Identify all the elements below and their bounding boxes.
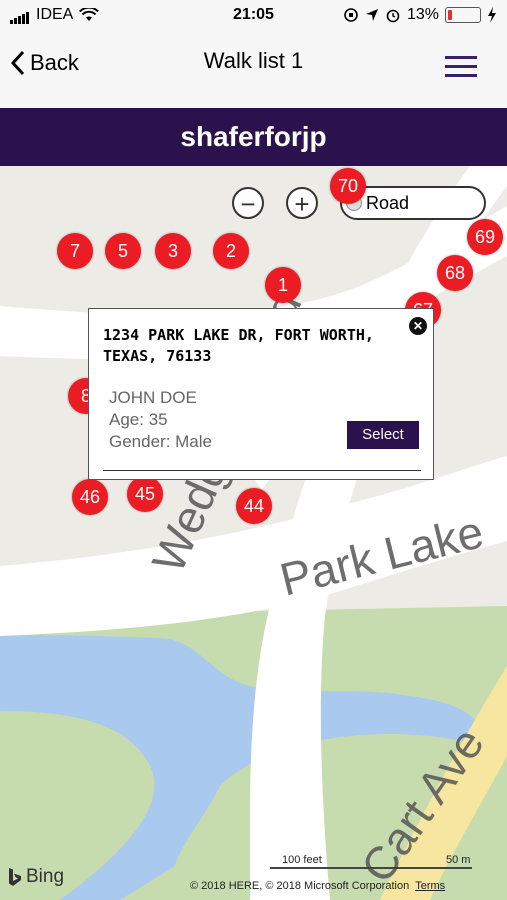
scale-feet: 100 feet (282, 854, 322, 866)
bing-logo: Bing (8, 866, 64, 888)
map[interactable]: Park Lake Wedgwood Rd Cart Ave − + Road … (0, 166, 507, 900)
plus-icon: + (294, 189, 310, 219)
map-pin[interactable]: 45 (127, 476, 163, 512)
minus-icon: − (240, 189, 256, 219)
zoom-in-button[interactable]: + (286, 187, 318, 219)
map-base: Park Lake Wedgwood Rd Cart Ave (0, 166, 507, 900)
voter-name: JOHN DOE (109, 388, 197, 407)
bing-icon (9, 868, 21, 886)
copyright-text: © 2018 HERE, © 2018 Microsoft Corporatio… (190, 880, 410, 892)
map-type-label: Road (366, 193, 410, 213)
app-header: shaferforjp (0, 108, 507, 166)
charging-icon (488, 7, 496, 23)
map-pin[interactable]: 44 (236, 488, 272, 524)
battery-percent: 13% (406, 6, 439, 23)
page-title: Walk list 1 (203, 48, 304, 73)
map-pin[interactable]: 46 (72, 479, 108, 515)
scale-meters: 50 m (446, 854, 471, 866)
map-pin[interactable]: 68 (437, 255, 473, 291)
map-pin[interactable]: 70 (330, 168, 366, 204)
map-pin[interactable]: 2 (213, 233, 249, 269)
voter-info: JOHN DOE Age: 35 Gender: Male (109, 387, 212, 453)
map-pin[interactable]: 1 (265, 267, 301, 303)
popup-tail (254, 479, 270, 489)
popup-address: 1234 PARK LAKE DR, FORT WORTH, TEXAS, 76… (103, 326, 374, 365)
bing-label: Bing (26, 866, 65, 887)
map-pin[interactable]: 5 (105, 233, 141, 269)
status-right: 13% (343, 6, 497, 24)
location-arrow-icon (365, 9, 378, 21)
menu-icon[interactable] (445, 56, 477, 83)
alarm-icon (386, 9, 400, 23)
voter-gender: Gender: Male (109, 432, 212, 451)
map-pin[interactable]: 69 (467, 219, 503, 255)
popup-divider (103, 470, 421, 471)
select-button[interactable]: Select (347, 421, 419, 449)
nav-bar: Back Walk list 1 (0, 30, 507, 108)
voter-age: Age: 35 (109, 410, 168, 429)
zoom-out-button[interactable]: − (232, 187, 264, 219)
address-popup: 1234 PARK LAKE DR, FORT WORTH, TEXAS, 76… (88, 308, 434, 480)
orientation-lock-icon (344, 8, 358, 22)
map-copyright: © 2018 HERE, © 2018 Microsoft Corporatio… (190, 880, 445, 892)
map-pin[interactable]: 3 (155, 233, 191, 269)
close-icon[interactable]: ✕ (409, 317, 427, 335)
battery-icon (445, 7, 481, 23)
terms-link[interactable]: Terms (415, 880, 445, 892)
status-bar: IDEA 21:05 13% (0, 0, 507, 30)
map-pin[interactable]: 7 (57, 233, 93, 269)
